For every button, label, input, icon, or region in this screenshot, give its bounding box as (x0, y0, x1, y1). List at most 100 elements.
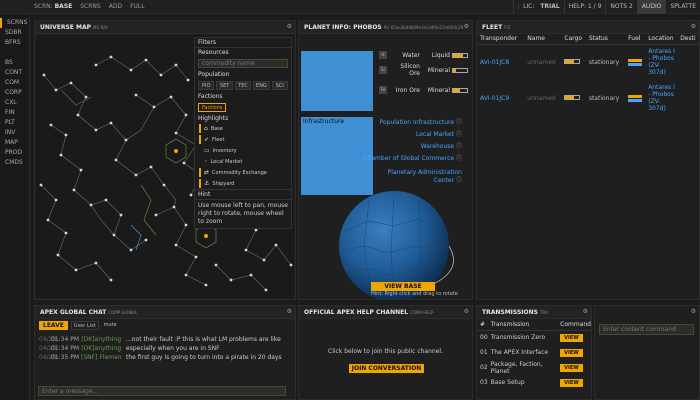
base-icon: ⌂ (204, 125, 208, 132)
add-screen-button[interactable]: ADD (109, 3, 122, 10)
factions-button[interactable]: Factions (198, 103, 227, 112)
help-indicator[interactable]: HELP: 1 / 9 (563, 0, 606, 14)
view-base-button[interactable]: VIEW BASE (371, 282, 435, 291)
sidebar-item-map[interactable]: MAP (0, 138, 29, 148)
gear-icon[interactable]: ⚙ (287, 23, 292, 30)
command-input[interactable]: Enter content command (599, 324, 694, 335)
splatter-toggle[interactable]: SPLATTE (665, 0, 700, 14)
infra-pac[interactable]: Planetary Administration Center (372, 169, 462, 185)
col-destination[interactable]: Desti (677, 34, 699, 45)
sidebar-item-sdbr[interactable]: SDBR (0, 28, 29, 38)
chat-title: APEX GLOBAL CHAT COMP GLOBAL (35, 306, 295, 319)
sidebar-item-fin[interactable]: FIN (0, 108, 29, 118)
highlights-label: Highlights (198, 115, 229, 122)
audio-toggle[interactable]: AUDIO (636, 0, 666, 14)
sidebar-item-plt[interactable]: PLT (0, 118, 29, 128)
filters-header[interactable]: Filters (195, 38, 291, 48)
gear-icon[interactable]: ⚙ (464, 308, 469, 315)
table-row[interactable]: AVI-01JC9 unnamed stationary Antares I -… (477, 80, 699, 116)
table-row: 00 Transmission Zero VIEW (477, 330, 591, 345)
shipyard-icon: ⚓ (204, 180, 210, 187)
table-row[interactable]: AVI-01JC8 unnamed stationary Antares I -… (477, 44, 699, 80)
highlight-local-market[interactable]: ◦ Local Market (195, 156, 291, 167)
highlight-base[interactable]: ⌂ Base (195, 123, 291, 134)
col-name[interactable]: Name (524, 34, 562, 45)
highlight-commodity-exchange[interactable]: ⇄ Commodity Exchange (195, 167, 291, 178)
sidebar-item-corp[interactable]: CORP (0, 88, 29, 98)
highlight-shipyard[interactable]: ⚓ Shipyard (195, 178, 291, 189)
cargo-meter (561, 80, 585, 116)
gear-icon[interactable]: ⚙ (583, 308, 588, 315)
view-button[interactable]: VIEW (560, 333, 583, 342)
col-location[interactable]: Location (645, 34, 678, 45)
planet-info-panel: PLANET INFO: PHOBOS PLI 65ae2bd4b09e1ec3d… (298, 20, 473, 300)
fullscreen-button[interactable]: FULL (130, 3, 145, 10)
col-transponder[interactable]: Transponder (477, 34, 525, 45)
sidebar: SCRNS SDBR BFRS BS CONT COM CORP CXL FIN… (0, 14, 30, 400)
infra-cogc[interactable]: Chamber of Global Commerce (363, 153, 462, 162)
leave-button[interactable]: LEAVE (39, 320, 68, 330)
col-fuel[interactable]: Fuel (625, 34, 646, 45)
command-panel: ⚙ Enter content command (594, 305, 700, 400)
transmissions-panel: TRANSMISSIONS TRA ⚙ # Transmission Comman… (476, 305, 592, 400)
location-link[interactable]: Antares I - Phobos (ZV-307d) (645, 44, 677, 80)
pop-filter-set[interactable]: SET (216, 81, 233, 90)
gear-icon[interactable]: ⚙ (691, 308, 696, 315)
iron-icon: Fe (379, 86, 387, 94)
hint-label: Hint (195, 189, 291, 200)
gear-icon[interactable]: ⚙ (287, 308, 292, 315)
highlight-inventory[interactable]: ▭ Inventory (195, 145, 291, 156)
col-cargo[interactable]: Cargo (561, 34, 586, 45)
sidebar-item-scrns[interactable]: SCRNS (0, 18, 29, 28)
transponder-link[interactable]: AVI-01JC8 (477, 44, 524, 80)
infra-warehouse[interactable]: Warehouse (421, 141, 462, 150)
infrastructure-label: Infrastructure (303, 118, 345, 125)
resource-row: H Water Liquid (379, 49, 469, 61)
view-button[interactable]: VIEW (560, 348, 583, 357)
resource-row: Fe Iron Ore Mineral (379, 83, 469, 97)
view-button[interactable]: VIEW (560, 363, 583, 372)
sidebar-item-com[interactable]: COM (0, 78, 29, 88)
join-conversation-button[interactable]: JOIN CONVERSATION (349, 364, 424, 373)
user-list-tab[interactable]: User List (70, 320, 99, 330)
pop-filter-sci[interactable]: SCI (271, 81, 289, 90)
map-filters: Filters Resources commodity name Populat… (194, 37, 292, 229)
license-indicator[interactable]: LIC: TRIAL (513, 0, 564, 14)
pop-filter-pio[interactable]: PIO (198, 81, 215, 90)
chat-message: 04/23 01:34 PM [DK]anything especially when… (39, 345, 220, 352)
chat-message: 04/23 01:35 PM [SNF] Fleman the first guy i… (39, 354, 282, 361)
market-icon: ◦ (204, 158, 208, 165)
chat-message: 04/23 01:34 PM [DK]anything ...not their fa… (39, 336, 281, 343)
fleet-table: Transponder Name Cargo Status Fuel Locat… (477, 34, 699, 116)
fuel-meter (625, 44, 645, 80)
mute-toggle[interactable]: mute (102, 321, 119, 330)
notifications-button[interactable]: NOTS 2 (605, 0, 636, 14)
location-link[interactable]: Antares I - Phobos (ZV-307d) (645, 80, 677, 116)
transponder-link[interactable]: AVI-01JC9 (477, 80, 524, 116)
pop-filter-eng[interactable]: ENG (253, 81, 270, 90)
table-row: 03 Base Setup VIEW (477, 375, 591, 390)
sidebar-item-prod[interactable]: PROD (0, 148, 29, 158)
gear-icon[interactable]: ⚙ (691, 23, 696, 30)
box-icon: ▭ (204, 147, 210, 154)
view-button[interactable]: VIEW (560, 378, 583, 387)
infra-local-market[interactable]: Local Market (416, 129, 462, 138)
sidebar-item-cont[interactable]: CONT (0, 68, 29, 78)
sidebar-item-bs[interactable]: BS (0, 58, 29, 68)
highlight-fleet[interactable]: ➶ Fleet (195, 134, 291, 145)
sidebar-item-inv[interactable]: INV (0, 128, 29, 138)
sidebar-item-cmds[interactable]: CMDS (0, 158, 29, 168)
help-channel-title: OFFICIAL APEX HELP CHANNEL COMP HELP (299, 306, 472, 319)
infra-population[interactable]: Population Infrastructure (380, 117, 462, 126)
pop-filter-tec[interactable]: TEC (234, 81, 252, 90)
help-channel-panel: OFFICIAL APEX HELP CHANNEL COMP HELP ⚙ Cl… (298, 305, 473, 400)
gear-icon[interactable]: ⚙ (464, 23, 469, 30)
commodity-input[interactable]: commodity name (198, 59, 288, 68)
col-status[interactable]: Status (585, 34, 626, 45)
chat-input[interactable]: Enter a message... (38, 386, 286, 396)
sidebar-item-cxl[interactable]: CXL (0, 98, 29, 108)
universe-map-canvas[interactable]: Filters Resources commodity name Populat… (36, 35, 294, 298)
resource-row: Si Silicon Ore Mineral (379, 63, 469, 77)
sidebar-item-bfrs[interactable]: BFRS (0, 38, 29, 48)
screens-button[interactable]: SCRNS (80, 3, 100, 10)
